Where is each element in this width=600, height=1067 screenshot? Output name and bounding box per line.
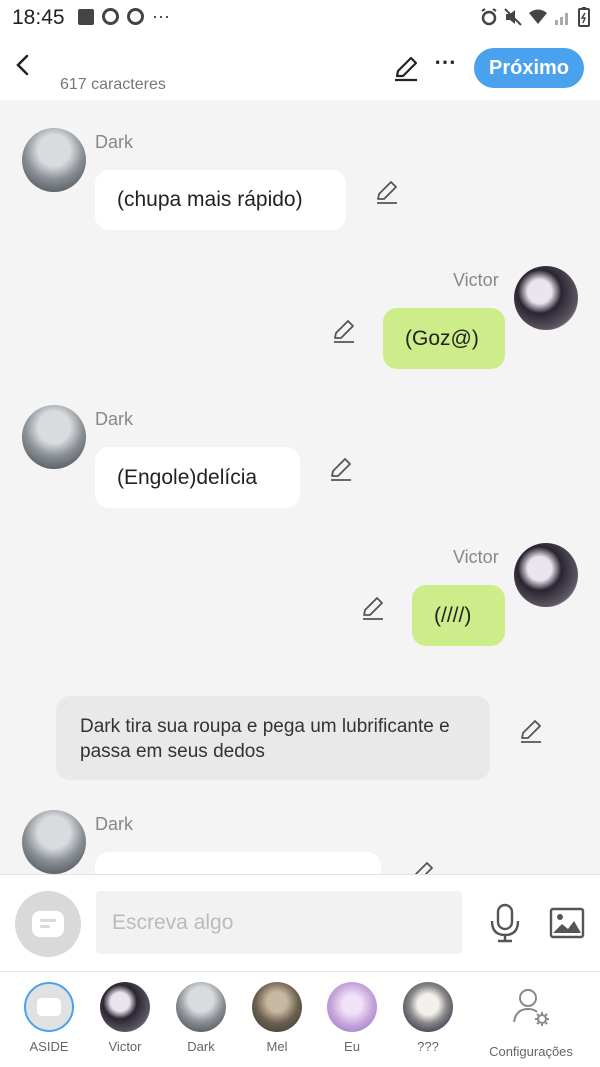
sender-name: Dark xyxy=(95,409,134,429)
edit-message-icon[interactable] xyxy=(360,595,386,621)
user-settings-icon xyxy=(513,989,549,1026)
sender-name: Dark xyxy=(95,132,134,152)
tab-unknown[interactable]: ??? xyxy=(390,982,466,1062)
avatar-mel xyxy=(252,982,302,1032)
avatar-victor[interactable] xyxy=(514,543,578,607)
image-upload-icon[interactable] xyxy=(549,907,585,939)
edit-message-icon[interactable] xyxy=(328,456,354,482)
tab-mel[interactable]: Mel xyxy=(239,982,315,1062)
character-count: 617 caracteres xyxy=(60,76,166,93)
more-options-icon[interactable]: ⋯ xyxy=(432,51,458,80)
aside-chat-icon xyxy=(24,982,74,1032)
back-arrow-icon[interactable] xyxy=(10,50,36,80)
chat-mode-toggle-button[interactable] xyxy=(15,891,81,957)
tab-label: Eu xyxy=(344,1039,360,1054)
narration-bubble[interactable]: Dark tira sua roupa e pega um lubrifican… xyxy=(56,696,490,780)
avatar-dark xyxy=(176,982,226,1032)
message-bubble[interactable]: (chupa mais rápido) xyxy=(95,170,346,230)
message-input[interactable] xyxy=(96,891,462,954)
message-bubble[interactable]: (Goz@) xyxy=(383,308,505,369)
tab-label: ASIDE xyxy=(29,1039,69,1054)
avatar-victor[interactable] xyxy=(514,266,578,330)
tab-settings[interactable]: Configurações xyxy=(484,982,578,1062)
character-tab-bar: ASIDE Victor Dark Mel Eu ??? Configuraçõ… xyxy=(0,971,600,1067)
wifi-icon xyxy=(529,9,547,24)
message-bubble[interactable]: (Engole)delícia xyxy=(95,447,300,508)
edit-message-icon[interactable] xyxy=(331,318,357,344)
tab-dark[interactable]: Dark xyxy=(163,982,239,1062)
app-header: 617 caracteres ⋯ Próximo xyxy=(0,36,600,100)
tab-victor[interactable]: Victor xyxy=(87,982,163,1062)
tab-aside[interactable]: ASIDE xyxy=(11,982,87,1062)
chrome-notification-icon-2 xyxy=(127,8,144,25)
edit-message-icon[interactable] xyxy=(410,860,436,874)
chat-area: Dark (chupa mais rápido) Victor (Goz@) D… xyxy=(0,100,600,874)
avatar-eu xyxy=(327,982,377,1032)
avatar-dark[interactable] xyxy=(22,128,86,192)
tab-label: Mel xyxy=(266,1039,288,1054)
battery-icon xyxy=(578,7,590,27)
chrome-notification-icon xyxy=(102,8,119,25)
message-bubble[interactable] xyxy=(95,852,381,874)
chat-bubble-icon xyxy=(32,911,64,937)
avatar-victor xyxy=(100,982,150,1032)
tab-label: Victor xyxy=(108,1039,142,1054)
signal-icon xyxy=(555,13,568,25)
edit-message-icon[interactable] xyxy=(518,718,544,744)
sender-name: Victor xyxy=(453,547,499,567)
mute-icon xyxy=(504,8,522,26)
status-bar: 18:45 ⋯ xyxy=(0,0,600,36)
sender-name: Dark xyxy=(95,814,134,834)
tab-label: Configurações xyxy=(489,1044,573,1059)
composer-bar xyxy=(0,874,600,971)
tab-eu[interactable]: Eu xyxy=(314,982,390,1062)
status-time: 18:45 xyxy=(12,6,65,29)
more-notifications-icon: ⋯ xyxy=(152,6,171,27)
next-button[interactable]: Próximo xyxy=(474,48,584,88)
edit-message-icon[interactable] xyxy=(374,179,400,205)
tab-label: Dark xyxy=(187,1039,215,1054)
avatar-dark[interactable] xyxy=(22,405,86,469)
microphone-icon[interactable] xyxy=(488,903,522,943)
sender-name: Victor xyxy=(453,270,499,290)
avatar-unknown xyxy=(403,982,453,1032)
tab-label: ??? xyxy=(417,1039,439,1054)
gallery-notification-icon xyxy=(78,8,94,25)
edit-pencil-icon[interactable] xyxy=(392,54,420,82)
alarm-icon xyxy=(481,8,497,26)
avatar-dark[interactable] xyxy=(22,810,86,874)
message-bubble[interactable]: (////) xyxy=(412,585,505,646)
